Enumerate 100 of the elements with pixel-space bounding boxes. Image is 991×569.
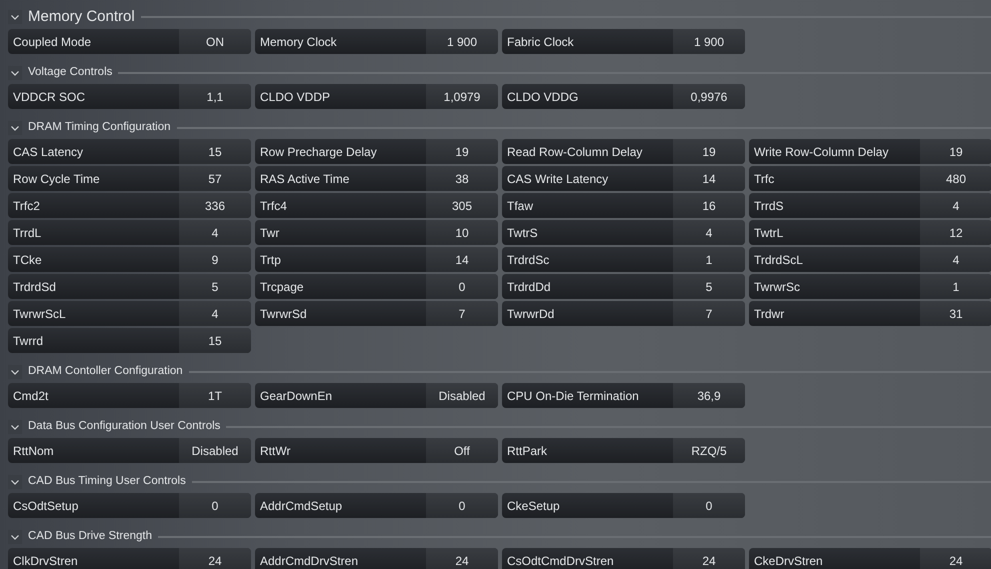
section-title: DRAM Timing Configuration (28, 120, 171, 135)
setting-value[interactable]: 4 (179, 220, 251, 245)
setting-label: Coupled Mode (13, 36, 92, 48)
chevron-down-icon[interactable] (8, 530, 22, 544)
setting-value[interactable]: 4 (179, 301, 251, 326)
setting-value[interactable]: 19 (920, 139, 991, 164)
setting-label: CLDO VDDP (260, 90, 330, 102)
section-title: Memory Control (28, 6, 135, 27)
setting-value[interactable]: 0 (426, 274, 498, 299)
setting-value[interactable]: 15 (179, 328, 251, 353)
chevron-down-icon[interactable] (8, 420, 22, 434)
setting-value[interactable]: 0 (426, 493, 498, 518)
chevron-down-icon[interactable] (8, 10, 22, 24)
setting-label: GearDownEn (260, 390, 332, 402)
setting-label: CsOdtCmdDrvStren (507, 554, 614, 566)
setting-label: TwrwrSc (754, 280, 800, 292)
setting-value[interactable]: 0 (179, 493, 251, 518)
setting-label: Cmd2t (13, 390, 48, 402)
setting-value[interactable]: 36,9 (673, 383, 745, 408)
setting-value[interactable]: 9 (179, 247, 251, 272)
setting-label: TrdrdScL (754, 254, 803, 266)
setting-value[interactable]: 1 900 (426, 29, 498, 54)
chevron-down-icon[interactable] (8, 120, 22, 134)
setting-label: Twr (260, 226, 280, 238)
setting-value[interactable]: 4 (920, 193, 991, 218)
setting-value[interactable]: 12 (920, 220, 991, 245)
setting-value[interactable]: Disabled (179, 438, 251, 463)
setting-value[interactable]: 7 (673, 301, 745, 326)
setting-value[interactable]: 1 (920, 274, 991, 299)
setting-value[interactable]: 1T (179, 383, 251, 408)
setting-label: Trfc4 (260, 200, 287, 212)
chevron-down-icon[interactable] (8, 66, 22, 80)
setting-label: TrrdS (754, 200, 784, 212)
setting-label: CAS Write Latency (507, 172, 608, 184)
setting-value[interactable]: 1 900 (673, 29, 745, 54)
setting-label: Row Precharge Delay (260, 146, 377, 158)
setting-value[interactable]: 0,9976 (673, 84, 745, 109)
setting-value[interactable]: ON (179, 29, 251, 54)
setting-label: CkeSetup (507, 500, 560, 512)
setting-value[interactable]: 1,0979 (426, 84, 498, 109)
section-title: DRAM Contoller Configuration (28, 364, 183, 379)
setting-label: TwrwrSd (260, 308, 307, 320)
setting-label: Memory Clock (260, 36, 337, 48)
setting-label: AddrCmdDrvStren (260, 554, 358, 566)
setting-value[interactable]: Disabled (426, 383, 498, 408)
setting-label: Tfaw (507, 200, 534, 212)
setting-label: AddrCmdSetup (260, 500, 342, 512)
setting-value[interactable]: 1,1 (179, 84, 251, 109)
setting-value[interactable]: 16 (673, 193, 745, 218)
setting-label: CAS Latency (13, 146, 84, 158)
setting-label: CsOdtSetup (13, 500, 78, 512)
setting-label: TrdrdDd (507, 280, 551, 292)
setting-label: Trcpage (260, 280, 304, 292)
section-title: Voltage Controls (28, 64, 112, 80)
setting-value[interactable]: 24 (920, 548, 991, 569)
setting-value[interactable]: 1 (673, 247, 745, 272)
setting-value[interactable]: 4 (673, 220, 745, 245)
setting-label: TrdrdSc (507, 254, 550, 266)
setting-label: Write Row-Column Delay (754, 146, 888, 158)
setting-value[interactable]: 14 (426, 247, 498, 272)
setting-value[interactable]: 31 (920, 301, 991, 326)
setting-value[interactable]: 19 (426, 139, 498, 164)
setting-label: RAS Active Time (260, 172, 350, 184)
setting-value[interactable]: 305 (426, 193, 498, 218)
setting-label: TrrdL (13, 226, 42, 238)
setting-value[interactable]: 5 (179, 274, 251, 299)
setting-label: Trfc (754, 172, 774, 184)
setting-value[interactable]: 24 (673, 548, 745, 569)
setting-value[interactable]: 14 (673, 166, 745, 191)
setting-value[interactable]: 24 (179, 548, 251, 569)
setting-label: TrdrdSd (13, 280, 56, 292)
setting-label: CLDO VDDG (507, 90, 578, 102)
setting-value[interactable]: 0 (673, 493, 745, 518)
setting-value[interactable]: 7 (426, 301, 498, 326)
setting-value[interactable]: 38 (426, 166, 498, 191)
setting-value[interactable]: 24 (426, 548, 498, 569)
setting-label: Row Cycle Time (13, 172, 100, 184)
setting-value[interactable]: 480 (920, 166, 991, 191)
setting-value[interactable]: RZQ/5 (673, 438, 745, 463)
setting-value[interactable]: Off (426, 438, 498, 463)
setting-value[interactable]: 57 (179, 166, 251, 191)
setting-label: RttNom (13, 444, 54, 456)
setting-label: Fabric Clock (507, 36, 574, 48)
chevron-down-icon[interactable] (8, 364, 22, 378)
setting-label: TwrwrScL (13, 308, 66, 320)
setting-value[interactable]: 10 (426, 220, 498, 245)
setting-label: Trtp (260, 254, 281, 266)
setting-label: Trdwr (754, 308, 784, 320)
setting-label: CkeDrvStren (754, 554, 823, 566)
setting-label: TwrwrDd (507, 308, 554, 320)
setting-label: RttWr (260, 444, 290, 456)
setting-value[interactable]: 19 (673, 139, 745, 164)
setting-value[interactable]: 336 (179, 193, 251, 218)
setting-label: CPU On-Die Termination (507, 390, 639, 402)
setting-value[interactable]: 5 (673, 274, 745, 299)
setting-value[interactable]: 4 (920, 247, 991, 272)
setting-value[interactable]: 15 (179, 139, 251, 164)
setting-label: TwtrS (507, 226, 538, 238)
chevron-down-icon[interactable] (8, 474, 22, 488)
setting-label: Twrrd (13, 334, 43, 346)
